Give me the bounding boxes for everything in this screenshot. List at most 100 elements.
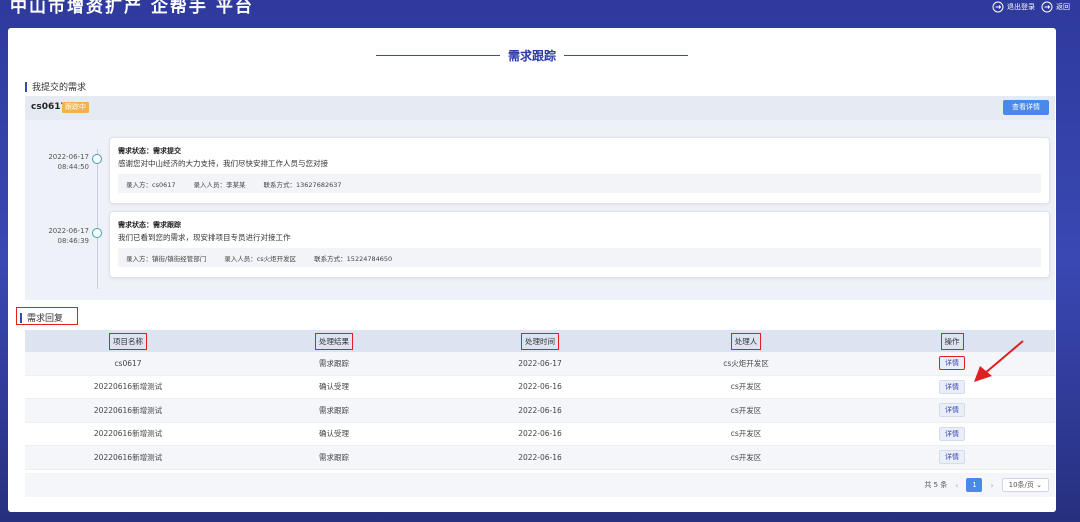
timeline-axis xyxy=(97,149,98,289)
col-header-project: 项目名称 xyxy=(109,332,147,350)
timeline-message: 感谢您对中山经济的大力支持，我们尽快安排工作人员与您对接 xyxy=(118,159,328,168)
next-page-button[interactable]: › xyxy=(990,481,993,490)
meta-entry-party: 录入方：cs0617 xyxy=(126,179,176,189)
demand-card: cs0617 跟踪中 查看详情 2022-06-17 08:44:50 需求状态… xyxy=(25,96,1055,300)
col-header-result: 处理结果 xyxy=(315,332,353,350)
meta-label: 录入人员： xyxy=(193,180,227,189)
cell-action: 详情 xyxy=(849,450,1055,465)
cell-time: 2022-06-16 xyxy=(518,382,562,392)
top-actions: 退出登录 返回 xyxy=(992,0,1070,14)
view-detail-button[interactable]: 查看详情 xyxy=(1003,100,1049,115)
meta-label: 录入人员： xyxy=(224,254,257,263)
timeline-date: 2022-06-17 08:44:50 xyxy=(25,152,89,172)
heading-line-left xyxy=(375,54,500,56)
table-row: 20220616新增测试 确认受理 2022-06-16 cs开发区 详情 xyxy=(25,423,1055,446)
cell-result: 需求跟踪 xyxy=(319,358,349,368)
timeline-date-day: 2022-06-17 xyxy=(48,153,89,161)
timeline-date: 2022-06-17 08:46:39 xyxy=(25,226,89,246)
timeline-dot xyxy=(92,154,102,164)
page-title: 需求跟踪 xyxy=(507,48,556,63)
table-header: 项目名称 处理结果 处理时间 处理人 操作 xyxy=(25,330,1055,352)
table-row: cs0617 需求跟踪 2022-06-17 cs火炬开发区 详情 xyxy=(25,352,1055,376)
section-bar xyxy=(25,81,27,92)
cell-handler: cs开发区 xyxy=(730,405,762,415)
timeline-date-time: 08:44:50 xyxy=(57,163,89,171)
table-row: 20220616新增测试 需求跟踪 2022-06-16 cs开发区 详情 xyxy=(25,446,1055,470)
current-page-button[interactable]: 1 xyxy=(966,478,983,492)
col-header: 处理人 xyxy=(643,332,849,350)
col-header: 处理结果 xyxy=(231,332,437,350)
prev-page-button[interactable]: ‹ xyxy=(955,481,958,490)
cell-project: cs0617 xyxy=(114,358,142,368)
col-header-action: 操作 xyxy=(940,332,964,350)
meta-entry-person: 录入人员：cs火炬开发区 xyxy=(224,253,296,263)
timeline-dot xyxy=(92,228,102,238)
table-row: 20220616新增测试 确认受理 2022-06-16 cs开发区 详情 xyxy=(25,376,1055,399)
status-badge: 跟踪中 xyxy=(62,102,89,113)
pagination-controls: 共 5 条 ‹ 1 › 10条/页 ⌄ xyxy=(924,478,1049,492)
cell-action: 详情 xyxy=(849,403,1055,418)
logout-button[interactable]: 退出登录 xyxy=(992,1,1035,13)
cell-handler: cs开发区 xyxy=(730,429,762,439)
timeline-meta: 录入方：镇街/镇街经管部门 录入人员：cs火炬开发区 联系方式：15224784… xyxy=(118,248,1041,267)
timeline-status: 需求状态：需求提交 xyxy=(118,146,181,156)
cell-handler: cs火炬开发区 xyxy=(723,358,769,368)
meta-value: cs火炬开发区 xyxy=(256,254,297,263)
detail-button[interactable]: 详情 xyxy=(939,356,965,371)
detail-button[interactable]: 详情 xyxy=(939,379,965,394)
reply-table: 项目名称 处理结果 处理时间 处理人 操作 cs0617 需求跟踪 2022-0… xyxy=(25,330,1055,470)
reply-section-label: 需求回复 xyxy=(20,311,63,324)
timeline-entry: 需求状态：需求提交 感谢您对中山经济的大力支持，我们尽快安排工作人员与您对接 录… xyxy=(109,137,1050,204)
chevron-down-icon: ⌄ xyxy=(1036,481,1042,489)
cell-time: 2022-06-17 xyxy=(518,358,562,368)
logout-icon xyxy=(992,1,1004,13)
detail-button[interactable]: 详情 xyxy=(939,403,965,418)
page-size-label: 10条/页 xyxy=(1008,481,1034,489)
logout-label: 退出登录 xyxy=(1007,3,1035,11)
back-icon xyxy=(1041,1,1053,13)
meta-value: 13627682637 xyxy=(296,180,342,189)
cell-result: 需求跟踪 xyxy=(319,405,349,415)
cell-project: 20220616新增测试 xyxy=(93,452,163,462)
cell-result: 需求跟踪 xyxy=(319,452,349,462)
cell-time: 2022-06-16 xyxy=(518,405,562,415)
annotation-arrow-icon xyxy=(974,340,1024,382)
pagination: 共 5 条 ‹ 1 › 10条/页 ⌄ xyxy=(25,473,1055,497)
page-heading: 需求跟踪 xyxy=(8,46,1056,64)
meta-label: 录入方： xyxy=(126,254,152,263)
section-bar xyxy=(20,312,22,323)
col-header: 处理时间 xyxy=(437,332,643,350)
cell-handler: cs开发区 xyxy=(730,452,762,462)
meta-value: 15224784650 xyxy=(346,254,393,263)
meta-contact: 联系方式：15224784650 xyxy=(314,253,392,263)
timeline-status-value: 需求提交 xyxy=(153,147,181,155)
cell-project: 20220616新增测试 xyxy=(93,405,163,415)
col-header-handler: 处理人 xyxy=(730,332,762,350)
col-header: 项目名称 xyxy=(25,332,231,350)
back-label: 返回 xyxy=(1056,3,1070,11)
main-panel: 需求跟踪 我提交的需求 cs0617 跟踪中 查看详情 2022-06-17 0… xyxy=(8,28,1056,512)
timeline-date-day: 2022-06-17 xyxy=(48,227,89,235)
meta-value: 镇街/镇街经管部门 xyxy=(152,254,207,263)
detail-button[interactable]: 详情 xyxy=(939,426,965,441)
reply-section-text: 需求回复 xyxy=(27,314,64,324)
detail-button[interactable]: 详情 xyxy=(939,450,965,465)
timeline-status-label: 需求状态： xyxy=(118,221,153,229)
timeline-entry: 需求状态：需求跟踪 我们已看到您的需求，现安排项目专员进行对接工作 录入方：镇街… xyxy=(109,211,1050,278)
timeline-status: 需求状态：需求跟踪 xyxy=(118,220,181,230)
timeline-status-value: 需求跟踪 xyxy=(153,221,181,229)
back-button[interactable]: 返回 xyxy=(1041,1,1070,13)
timeline-message: 我们已看到您的需求，现安排项目专员进行对接工作 xyxy=(118,233,291,242)
col-header-time: 处理时间 xyxy=(521,332,559,350)
cell-time: 2022-06-16 xyxy=(518,452,562,462)
cell-handler: cs开发区 xyxy=(730,382,762,392)
page-size-select[interactable]: 10条/页 ⌄ xyxy=(1001,478,1049,492)
meta-label: 录入方： xyxy=(126,180,152,189)
meta-value: cs0617 xyxy=(152,180,176,189)
meta-label: 联系方式： xyxy=(314,254,347,263)
cell-project: 20220616新增测试 xyxy=(93,382,163,392)
cell-project: 20220616新增测试 xyxy=(93,429,163,439)
meta-value: 李某某 xyxy=(226,180,246,189)
meta-entry-person: 录入人员：李某某 xyxy=(194,179,246,189)
cell-result: 确认受理 xyxy=(319,382,349,392)
